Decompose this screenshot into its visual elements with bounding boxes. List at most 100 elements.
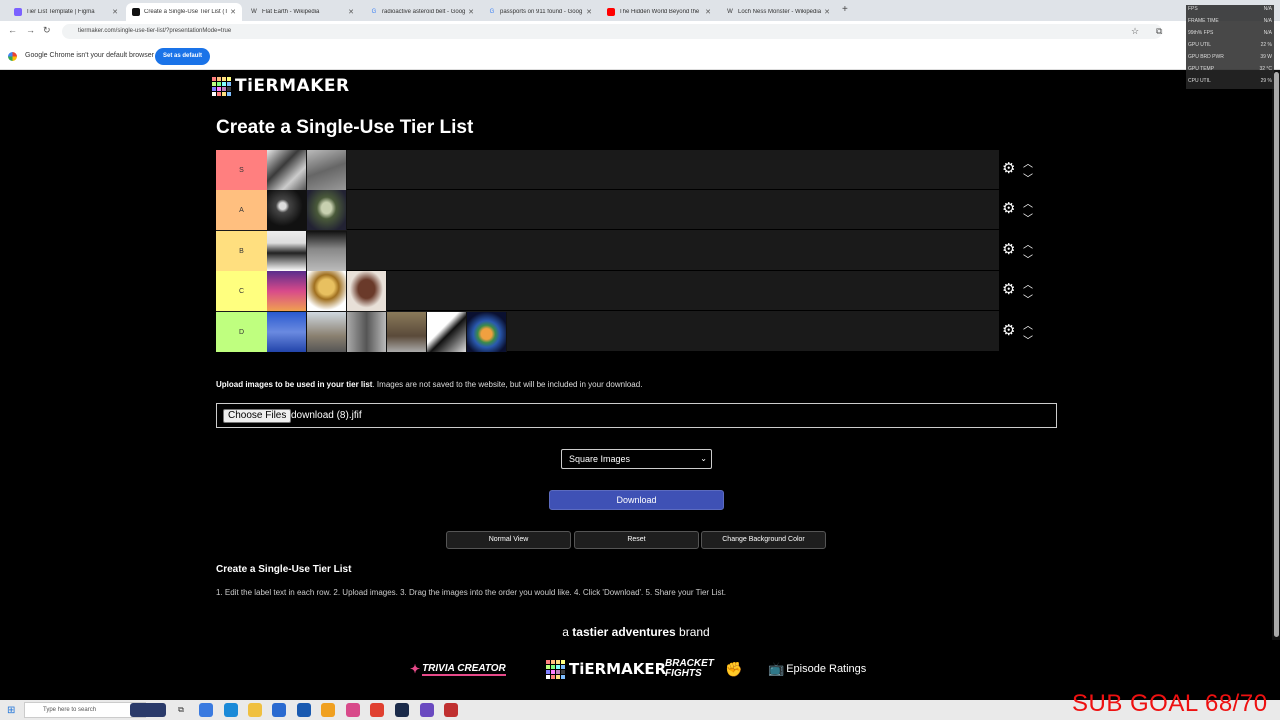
image-shape-select[interactable]: Square Images ⌄ [561, 449, 712, 469]
gear-icon[interactable]: ⚙ [1002, 201, 1015, 217]
tv-icon: 📺 [768, 661, 785, 676]
tier-image[interactable] [387, 312, 427, 352]
browser-tab[interactable]: Tier List Template | Figma ✕ [8, 3, 124, 21]
gear-icon[interactable]: ⚙ [1002, 282, 1015, 298]
address-bar[interactable]: tiermaker.com/single-use-tier-list/?pres… [62, 24, 1162, 39]
bracket-fights-logo[interactable]: BRACKET FIGHTS ✊ [665, 656, 742, 682]
gear-icon[interactable]: ⚙ [1002, 161, 1015, 177]
close-icon[interactable]: ✕ [346, 8, 356, 16]
tier-label[interactable]: A [216, 190, 267, 230]
windows-start-icon[interactable]: ⊞ [7, 705, 15, 716]
file-explorer-icon[interactable] [248, 703, 262, 717]
close-icon[interactable]: ✕ [703, 8, 713, 16]
tier-image[interactable] [307, 150, 347, 190]
extensions-icon[interactable]: ⧉ [1156, 26, 1162, 37]
close-icon[interactable]: ✕ [228, 8, 238, 16]
chevron-up-icon[interactable]: ︿ [1023, 195, 1033, 210]
bookmark-star-icon[interactable]: ☆ [1131, 26, 1139, 37]
page-scrollbar-thumb[interactable] [1274, 72, 1279, 637]
store-icon[interactable] [272, 703, 286, 717]
tier-image[interactable] [307, 312, 347, 352]
chevron-down-icon[interactable]: ﹀ [1023, 251, 1033, 266]
close-icon[interactable]: ✕ [584, 8, 594, 16]
tier-label[interactable]: S [216, 150, 267, 190]
tier-image[interactable] [307, 271, 347, 311]
choose-files-button[interactable]: Choose Files [223, 409, 292, 423]
chrome-icon[interactable] [370, 703, 384, 717]
app-icon[interactable] [199, 703, 213, 717]
tiermaker-brand-logo[interactable]: TiERMAKER [546, 656, 666, 682]
chevron-up-icon[interactable]: ︿ [1023, 155, 1033, 170]
app-icon[interactable] [420, 703, 434, 717]
tier-image[interactable] [347, 312, 387, 352]
tiermaker-logo[interactable]: TiERMAKER [212, 76, 350, 96]
episode-ratings-logo[interactable]: 📺 Episode Ratings [768, 656, 866, 682]
tier-image[interactable] [347, 271, 387, 311]
wikipedia-icon: W [251, 9, 257, 15]
logo-grid-icon [546, 659, 565, 679]
tier-image[interactable] [267, 190, 307, 230]
browser-tab[interactable]: W Flat Earth - Wikipedia ✕ [244, 3, 360, 21]
set-as-default-button[interactable]: Set as default [155, 48, 210, 65]
tier-items [267, 312, 507, 352]
tier-image[interactable] [427, 312, 467, 352]
browser-tab[interactable]: The Hidden World Beyond the ✕ [601, 3, 717, 21]
tier-label[interactable]: B [216, 231, 267, 271]
gear-icon[interactable]: ⚙ [1002, 323, 1015, 339]
fist-icon: ✊ [725, 660, 743, 677]
mail-icon[interactable] [297, 703, 311, 717]
chevron-down-icon[interactable]: ﹀ [1023, 291, 1033, 306]
download-button[interactable]: Download [549, 490, 724, 510]
cortana-icon[interactable] [130, 703, 166, 717]
url-text: tiermaker.com/single-use-tier-list/?pres… [78, 28, 232, 34]
back-arrow-icon[interactable]: ← [8, 25, 17, 35]
normal-view-button[interactable]: Normal View [446, 531, 571, 549]
reload-icon[interactable]: ↻ [43, 25, 51, 36]
close-icon[interactable]: ✕ [466, 8, 476, 16]
tier-row-controls: ⚙ ︿ ﹀ [1000, 231, 1040, 271]
perf-row: 99th% FPS N/A [1188, 30, 1272, 40]
reset-button[interactable]: Reset [574, 531, 699, 549]
app-icon[interactable] [444, 703, 458, 717]
chevron-up-icon[interactable]: ︿ [1023, 317, 1033, 332]
tiermaker-icon [132, 8, 140, 16]
app-icon[interactable] [346, 703, 360, 717]
change-background-color-button[interactable]: Change Background Color [701, 531, 826, 549]
file-upload-field[interactable]: Choose Files download (8).jfif [216, 403, 1057, 428]
browser-tab[interactable]: G passports on 911 found - Goog ✕ [482, 3, 598, 21]
chevron-down-icon[interactable]: ﹀ [1023, 332, 1033, 347]
tier-image[interactable] [307, 231, 347, 271]
forward-arrow-icon[interactable]: → [26, 25, 35, 35]
close-icon[interactable]: ✕ [110, 8, 120, 16]
tier-image[interactable] [467, 312, 507, 352]
browser-tab-active[interactable]: Create a Single-Use Tier List (Tr ✕ [126, 3, 242, 21]
tier-label[interactable]: D [216, 312, 267, 352]
task-view-icon[interactable]: ⧉ [174, 703, 188, 717]
trivia-creator-logo[interactable]: ✦ TRIVIA CREATOR [410, 656, 506, 682]
browser-tab[interactable]: W Loch Ness Monster - Wikipedia ✕ [720, 3, 836, 21]
chevron-down-icon[interactable]: ﹀ [1023, 170, 1033, 185]
tier-image[interactable] [267, 312, 307, 352]
chevron-down-icon[interactable]: ﹀ [1023, 210, 1033, 225]
tier-image[interactable] [267, 271, 307, 311]
browser-tab[interactable]: G radioactive asteroid belt - Goog ✕ [364, 3, 480, 21]
new-tab-button[interactable]: + [842, 4, 848, 15]
tab-label: Flat Earth - Wikipedia [262, 9, 320, 15]
chevron-up-icon[interactable]: ︿ [1023, 276, 1033, 291]
app-icon[interactable] [321, 703, 335, 717]
tier-image[interactable] [267, 150, 307, 190]
tier-image[interactable] [267, 231, 307, 271]
taskbar-search[interactable]: Type here to search [24, 702, 146, 718]
edge-icon[interactable] [224, 703, 238, 717]
tier-label[interactable]: C [216, 271, 267, 311]
tier-row-controls: ⚙ ︿ ﹀ [1000, 150, 1040, 190]
tiermaker-brand-text: TiERMAKER [569, 660, 667, 678]
gear-icon[interactable]: ⚙ [1002, 242, 1015, 258]
close-icon[interactable]: ✕ [822, 8, 832, 16]
bracket-fights-text: BRACKET FIGHTS [665, 658, 714, 679]
chevron-up-icon[interactable]: ︿ [1023, 236, 1033, 251]
stream-sub-goal-overlay: SUB GOAL 68/70 [1072, 690, 1268, 717]
steam-icon[interactable] [395, 703, 409, 717]
tier-board: S A B C D [216, 150, 999, 352]
tier-image[interactable] [307, 190, 347, 230]
